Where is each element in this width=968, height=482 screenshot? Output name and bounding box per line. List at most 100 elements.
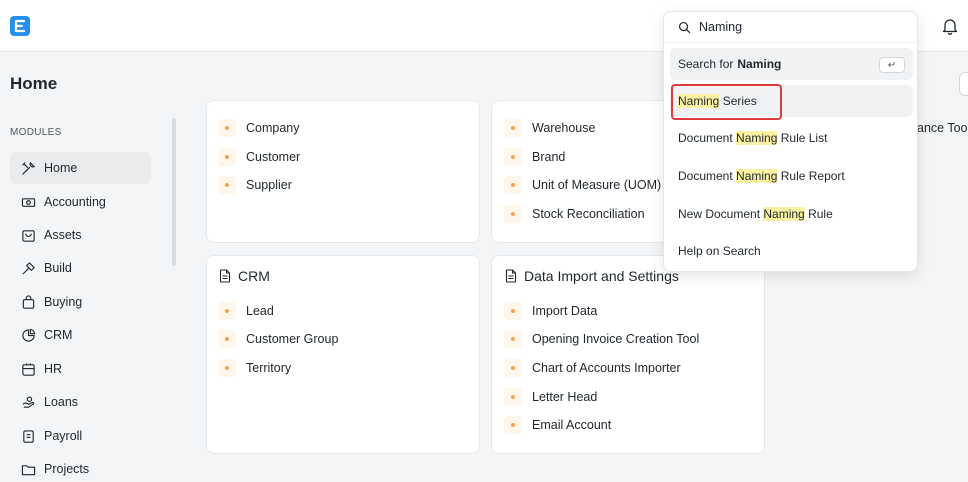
bullet-dot-icon <box>218 148 236 166</box>
projects-icon <box>20 461 36 477</box>
bullet-dot-icon <box>504 302 522 320</box>
crm-icon <box>20 327 36 343</box>
card-link[interactable]: Customer <box>218 148 300 166</box>
sidebar-item-label: Home <box>44 161 78 175</box>
card-link-label: Brand <box>532 150 566 164</box>
result-text: Series <box>719 94 757 108</box>
sidebar-item-accounting[interactable]: Accounting <box>10 186 151 218</box>
bullet-dot-icon <box>504 388 522 406</box>
card-title-text: CRM <box>238 268 270 284</box>
card-link-label: Territory <box>246 361 292 375</box>
sidebar-item-home[interactable]: Home <box>10 152 151 184</box>
sidebar-item-loans[interactable]: Loans <box>10 386 151 418</box>
card-link-partial[interactable]: ance Tool <box>917 121 968 135</box>
modules-section-label: MODULES <box>10 127 62 138</box>
document-icon <box>505 269 517 283</box>
card-link[interactable]: Opening Invoice Creation Tool <box>504 330 699 348</box>
search-input[interactable] <box>699 20 899 34</box>
card-link-label: Import Data <box>532 304 598 318</box>
bullet-dot-icon <box>218 176 236 194</box>
card-link-label: Stock Reconciliation <box>532 207 645 221</box>
card-link-label: Customer <box>246 150 301 164</box>
search-for-term: Naming <box>737 57 782 71</box>
card-link-label: Opening Invoice Creation Tool <box>532 332 700 346</box>
bullet-dot-icon <box>504 330 522 348</box>
card-link-label: Chart of Accounts Importer <box>532 361 681 375</box>
bullet-dot-icon <box>504 205 522 223</box>
erp-logo-icon <box>14 19 26 33</box>
assets-icon <box>20 227 36 243</box>
card-link[interactable]: Company <box>218 119 300 137</box>
accounting-icon <box>20 194 36 210</box>
sidebar-scrollbar[interactable] <box>172 118 176 266</box>
sidebar-item-buying[interactable]: Buying <box>10 286 151 318</box>
bullet-dot-icon <box>218 359 236 377</box>
card-link[interactable]: Unit of Measure (UOM) <box>504 176 661 194</box>
card-link-label: Unit of Measure (UOM) <box>532 178 662 192</box>
card-link-label: Lead <box>246 304 274 318</box>
sidebar-item-label: Assets <box>44 228 82 242</box>
card-link[interactable]: Stock Reconciliation <box>504 205 645 223</box>
bullet-dot-icon <box>218 302 236 320</box>
sidebar-item-payroll[interactable]: Payroll <box>10 420 151 452</box>
card-link[interactable]: Brand <box>504 148 565 166</box>
page-action-button[interactable] <box>959 72 968 96</box>
search-for-option[interactable]: Search for Naming ↵ <box>670 48 913 80</box>
search-result-naming-series[interactable]: Naming Series <box>670 85 913 117</box>
search-result-document-naming-rule-report[interactable]: Document Naming Rule Report <box>670 160 913 192</box>
card-link[interactable]: Supplier <box>218 176 292 194</box>
document-icon <box>219 269 231 283</box>
sidebar-item-label: Buying <box>44 295 83 309</box>
card-link[interactable]: Territory <box>218 359 291 377</box>
card-link-label: Company <box>246 121 300 135</box>
tools-icon <box>20 160 36 176</box>
search-dropdown: Search forNaming ↵ Naming Series Documen… <box>663 11 919 272</box>
card-link[interactable]: Customer Group <box>218 330 338 348</box>
search-bar[interactable] <box>664 12 919 42</box>
sidebar-item-projects[interactable]: Projects <box>10 453 151 482</box>
result-text: New Document <box>678 207 764 221</box>
notification-bell-icon[interactable] <box>942 17 958 35</box>
card-link[interactable]: Letter Head <box>504 388 597 406</box>
search-result-document-naming-rule-list[interactable]: Document Naming Rule List <box>670 122 913 154</box>
result-match: Naming <box>736 131 778 145</box>
sidebar-item-label: Loans <box>44 395 79 409</box>
result-text: Rule List <box>777 131 828 145</box>
page-title: Home <box>10 74 58 93</box>
app-logo[interactable] <box>10 16 30 36</box>
bullet-dot-icon <box>504 148 522 166</box>
card-link[interactable]: Email Account <box>504 416 611 434</box>
result-text: Document <box>678 169 737 183</box>
search-divider <box>664 42 919 43</box>
card-title-text: Data Import and Settings <box>524 268 679 284</box>
sidebar-item-hr[interactable]: HR <box>10 353 151 385</box>
search-result-help[interactable]: Help on Search <box>670 235 913 267</box>
sidebar-item-label: Accounting <box>44 195 106 209</box>
bullet-dot-icon <box>504 176 522 194</box>
card-link-label: Supplier <box>246 178 292 192</box>
hr-icon <box>20 361 36 377</box>
sidebar-item-build[interactable]: Build <box>10 252 151 284</box>
search-result-new-document-naming-rule[interactable]: New Document Naming Rule <box>670 198 913 230</box>
sidebar-item-label: Build <box>44 261 72 275</box>
card-link-label: Letter Head <box>532 390 598 404</box>
bullet-dot-icon <box>504 119 522 137</box>
card-link[interactable]: Chart of Accounts Importer <box>504 359 681 377</box>
sidebar-item-label: Payroll <box>44 429 83 443</box>
sidebar-item-assets[interactable]: Assets <box>10 219 151 251</box>
sidebar-item-label: Projects <box>44 462 90 476</box>
card-link-label: Warehouse <box>532 121 596 135</box>
card-link-label: Email Account <box>532 418 612 432</box>
result-match: Naming <box>678 94 720 108</box>
data-import-card-title: Data Import and Settings <box>505 268 679 284</box>
crm-card <box>206 255 480 454</box>
sidebar-item-crm[interactable]: CRM <box>10 319 151 351</box>
card-link[interactable]: Lead <box>218 302 274 320</box>
card-link[interactable]: Import Data <box>504 302 597 320</box>
result-text: Rule Report <box>777 169 845 183</box>
result-match: Naming <box>763 207 805 221</box>
search-icon <box>678 21 691 33</box>
sidebar-item-label: CRM <box>44 328 73 342</box>
card-link[interactable]: Warehouse <box>504 119 595 137</box>
crm-card-title: CRM <box>219 268 270 284</box>
